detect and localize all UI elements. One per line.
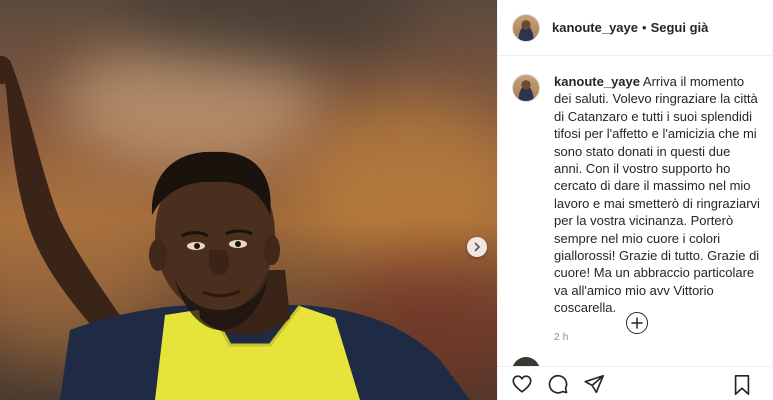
paper-plane-icon [584,374,604,393]
caption-body: kanoute_yaye Arriva il momento dei salut… [554,73,760,346]
post-photo[interactable] [0,0,497,400]
post-timestamp[interactable]: 2 h [554,329,760,346]
comments-area[interactable]: kanoute_yaye Arriva il momento dei salut… [498,57,773,367]
caption-username-link[interactable]: kanoute_yaye [554,74,640,89]
bookmark-icon [734,375,750,395]
share-button[interactable] [582,372,606,396]
save-button[interactable] [730,373,754,397]
separator-dot: • [642,20,647,35]
post-header: kanoute_yaye • Segui già [498,0,773,56]
plus-icon [631,317,643,329]
following-button[interactable]: Segui già [651,20,709,35]
caption: kanoute_yaye Arriva il momento dei salut… [498,57,773,346]
comment-icon [548,374,568,394]
chevron-right-icon [474,242,480,252]
like-button[interactable] [510,372,534,396]
player-figure [0,56,470,400]
heart-icon [512,374,532,393]
next-photo-button[interactable] [467,237,487,257]
avatar[interactable] [512,13,540,42]
avatar[interactable] [512,74,540,102]
comment-button[interactable] [546,372,570,396]
username-link[interactable]: kanoute_yaye [552,20,638,35]
post-side-panel: kanoute_yaye • Segui già kanoute_yaye Ar… [497,0,773,400]
caption-text: Arriva il momento dei saluti. Volevo rin… [554,74,760,316]
load-more-comments-button[interactable] [626,312,648,334]
action-bar [498,366,773,400]
